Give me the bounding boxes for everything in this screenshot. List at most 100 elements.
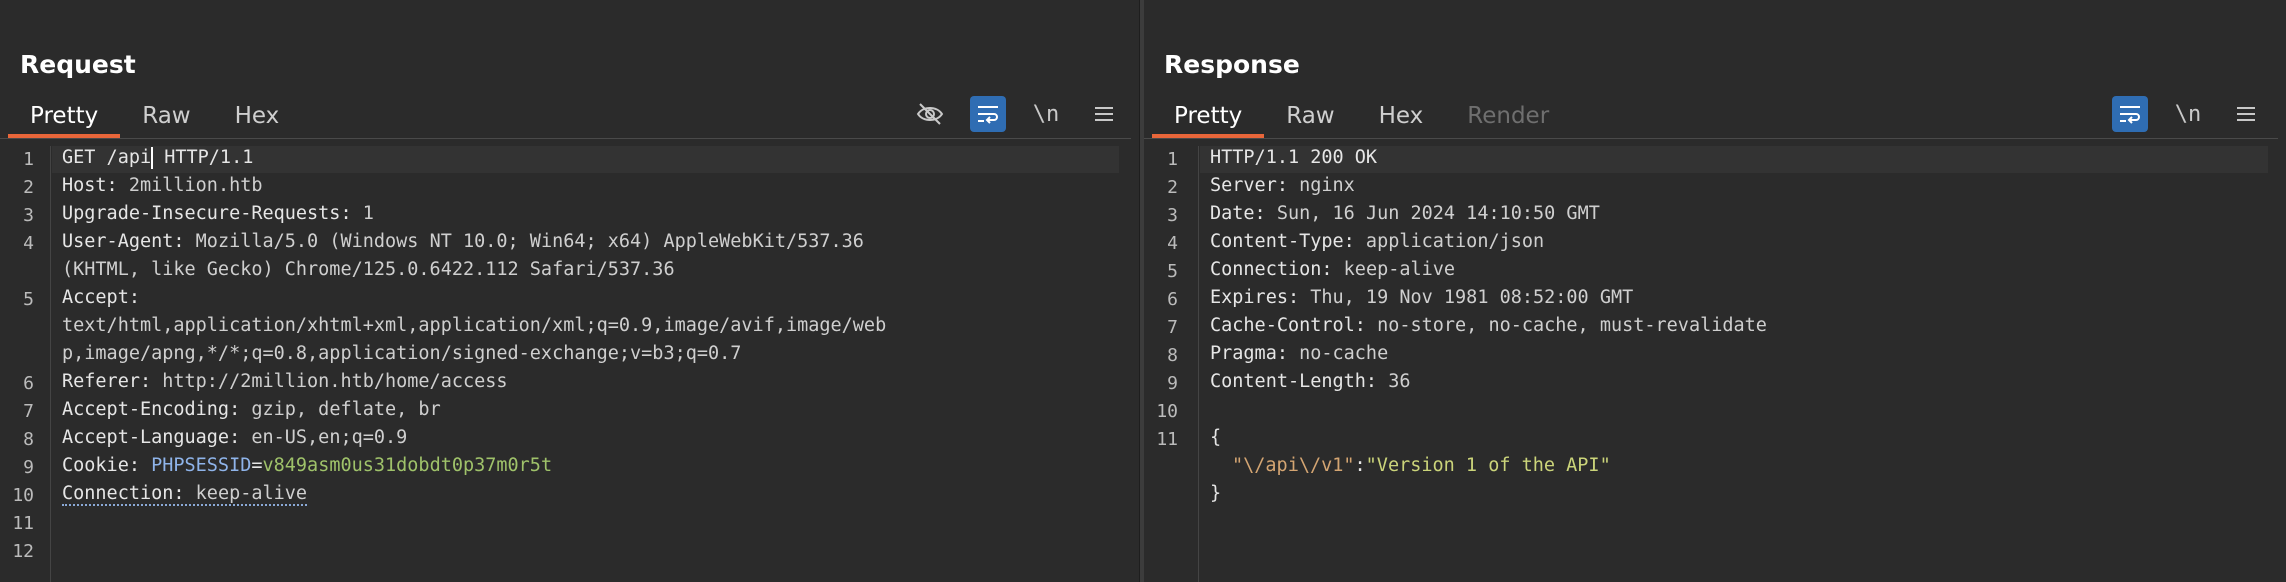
code-line-accept-encoding: Accept-Encoding: gzip, deflate, br: [62, 399, 441, 420]
response-pane: Response Pretty Raw Hex Render \n 1 2 3 …: [1144, 0, 2286, 582]
request-toolbar: \n: [912, 96, 1122, 132]
tab-raw[interactable]: Raw: [120, 96, 212, 138]
response-toolbar: \n: [2112, 96, 2264, 132]
header-name: Content-Type:: [1210, 231, 1355, 252]
header-value: (KHTML, like Gecko) Chrome/125.0.6422.11…: [62, 259, 675, 280]
newline-toggle[interactable]: \n: [2170, 96, 2206, 132]
code-line-server: Server: nginx: [1210, 175, 1355, 196]
tab-pretty[interactable]: Pretty: [1152, 96, 1265, 138]
header-value: 1: [351, 203, 374, 224]
line-number: 2: [1167, 177, 1178, 198]
line-number: 9: [23, 457, 34, 478]
header-name: Cookie:: [62, 455, 140, 476]
response-title: Response: [1164, 50, 1300, 79]
header-value: p,image/apng,*/*;q=0.8,application/signe…: [62, 343, 742, 364]
code-line-connection: Connection: keep-alive: [1210, 259, 1455, 280]
header-value: no-store, no-cache, must-revalidate: [1365, 315, 1767, 336]
header-name: Upgrade-Insecure-Requests:: [62, 203, 352, 224]
json-key: "\/api\/v1": [1232, 455, 1355, 476]
line-number: 12: [12, 541, 34, 562]
header-value: keep-alive: [184, 483, 308, 504]
line-number: 4: [1167, 233, 1178, 254]
code-line-accept: Accept:: [62, 287, 140, 308]
line-number: 6: [1167, 289, 1178, 310]
line-number: 6: [23, 373, 34, 394]
wrap-icon[interactable]: [2112, 96, 2148, 132]
wrap-icon[interactable]: [970, 96, 1006, 132]
cookie-equals: =: [251, 455, 263, 476]
line-number: 11: [1156, 429, 1178, 450]
hide-icon[interactable]: [912, 96, 948, 132]
line-number: 1: [23, 149, 34, 170]
header-name: Connection:: [1210, 259, 1333, 280]
header-name: Server:: [1210, 175, 1288, 196]
header-name: Connection:: [62, 483, 185, 504]
line-number: 3: [23, 205, 34, 226]
request-pane: Request Pretty Raw Hex \n 1 2 3 4 5 6 7 …: [0, 0, 1139, 582]
status-line: HTTP/1.1 200 OK: [1210, 147, 1378, 168]
header-value: text/html,application/xhtml+xml,applicat…: [62, 315, 887, 336]
code-line-content-type: Content-Type: application/json: [1210, 231, 1544, 252]
json-brace: {: [1210, 427, 1222, 448]
menu-icon[interactable]: [2228, 96, 2264, 132]
code-line-expires: Expires: Thu, 19 Nov 1981 08:52:00 GMT: [1210, 287, 1633, 308]
header-name: Referer:: [62, 371, 152, 392]
code-line-host: Host: 2million.htb: [62, 175, 263, 196]
code-line-user-agent-cont: (KHTML, like Gecko) Chrome/125.0.6422.11…: [62, 259, 675, 280]
tab-pretty[interactable]: Pretty: [8, 96, 121, 138]
line-number: 10: [12, 485, 34, 506]
line-number: 5: [23, 289, 34, 310]
line-number: 5: [1167, 261, 1178, 282]
request-editor[interactable]: 1 2 3 4 5 6 7 8 9 10 11 12 GET /api HTTP…: [0, 146, 1139, 582]
json-colon: :: [1354, 455, 1366, 476]
code-line-cache-control: Cache-Control: no-store, no-cache, must-…: [1210, 315, 1767, 336]
code-line-request-line: GET /api HTTP/1.1: [62, 147, 253, 169]
line-number: 2: [23, 177, 34, 198]
code-line-referer: Referer: http://2million.htb/home/access: [62, 371, 508, 392]
header-value: no-cache: [1287, 343, 1389, 364]
json-open-brace: {: [1210, 427, 1221, 448]
header-value: 2million.htb: [117, 175, 263, 196]
code-line-date: Date: Sun, 16 Jun 2024 14:10:50 GMT: [1210, 203, 1600, 224]
code-line-user-agent: User-Agent: Mozilla/5.0 (Windows NT 10.0…: [62, 231, 864, 252]
header-value: Thu, 19 Nov 1981 08:52:00 GMT: [1299, 287, 1634, 308]
line-number: 10: [1156, 401, 1178, 422]
header-name: Pragma:: [1210, 343, 1288, 364]
code-line-cookie: Cookie: PHPSESSID=v849asm0us31dobdt0p37m…: [62, 455, 552, 476]
code-line-accept-cont2: p,image/apng,*/*;q=0.8,application/signe…: [62, 343, 741, 364]
tab-render[interactable]: Render: [1445, 96, 1571, 138]
code-line-content-length: Content-Length: 36: [1210, 371, 1411, 392]
header-name: User-Agent:: [62, 231, 185, 252]
code-line-accept-cont1: text/html,application/xhtml+xml,applicat…: [62, 315, 886, 336]
request-protocol: HTTP/1.1: [153, 147, 254, 168]
tab-hex[interactable]: Hex: [1357, 96, 1446, 138]
line-number: 11: [12, 513, 34, 534]
code-line-upgrade: Upgrade-Insecure-Requests: 1: [62, 203, 374, 224]
menu-icon[interactable]: [1086, 96, 1122, 132]
header-name: Cache-Control:: [1210, 315, 1366, 336]
line-number: 4: [23, 233, 34, 254]
json-brace: }: [1210, 483, 1222, 504]
json-value: "Version 1 of the API": [1365, 455, 1611, 476]
tab-divider: [0, 138, 1131, 139]
header-name: Host:: [62, 175, 118, 196]
response-editor[interactable]: 1 2 3 4 5 6 7 8 9 10 11 HTTP/1.1 200 OK …: [1144, 146, 2286, 582]
line-number: 3: [1167, 205, 1178, 226]
newline-toggle[interactable]: \n: [1028, 96, 1064, 132]
tab-raw[interactable]: Raw: [1264, 96, 1356, 138]
line-number: 7: [23, 401, 34, 422]
cookie-name[interactable]: PHPSESSID: [151, 455, 251, 476]
code-line-status: HTTP/1.1 200 OK: [1210, 147, 1377, 168]
json-entry: "\/api\/v1":"Version 1 of the API": [1232, 455, 1611, 476]
response-tabs: Pretty Raw Hex Render: [1152, 96, 1571, 138]
header-value: http://2million.htb/home/access: [151, 371, 508, 392]
header-name: Date:: [1210, 203, 1266, 224]
header-value: Sun, 16 Jun 2024 14:10:50 GMT: [1265, 203, 1600, 224]
tab-hex[interactable]: Hex: [213, 96, 302, 138]
header-value: Mozilla/5.0 (Windows NT 10.0; Win64; x64…: [184, 231, 864, 252]
header-name: Accept:: [62, 287, 140, 308]
cookie-value[interactable]: v849asm0us31dobdt0p37m0r5t: [263, 455, 553, 476]
line-number: 9: [1167, 373, 1178, 394]
request-method-path: GET /api: [62, 147, 152, 168]
code-line-connection: Connection: keep-alive: [62, 483, 308, 506]
